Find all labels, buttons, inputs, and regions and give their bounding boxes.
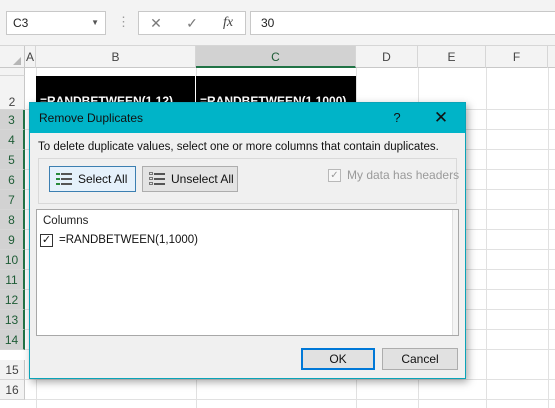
row-header-5[interactable]: 5	[0, 150, 25, 170]
row-header-14[interactable]: 14	[0, 330, 25, 350]
name-box[interactable]: C3 ▼	[6, 11, 106, 35]
instructions-text: To delete duplicate values, select one o…	[38, 141, 439, 153]
grid-line	[548, 68, 549, 408]
row-header-7[interactable]: 7	[0, 190, 25, 210]
row-header-3[interactable]: 3	[0, 110, 25, 130]
ok-button[interactable]: OK	[301, 348, 375, 370]
remove-duplicates-dialog: Remove Duplicates ? ✕ To delete duplicat…	[29, 102, 466, 379]
row-header-4[interactable]: 4	[0, 130, 25, 150]
row-header-15[interactable]: 15	[0, 360, 25, 380]
unselect-all-label: Unselect All	[171, 172, 234, 186]
headers-checkbox-label: My data has headers	[347, 168, 460, 182]
column-checkbox[interactable]: ✓	[40, 234, 53, 247]
row-header-6[interactable]: 6	[0, 170, 25, 190]
confirm-entry-icon[interactable]: ✓	[177, 12, 207, 34]
headers-checkbox[interactable]: ✓	[328, 169, 341, 182]
column-headers: A B C D E F	[0, 45, 555, 68]
columns-list: Columns ✓ =RANDBETWEEN(1,1000)	[36, 209, 459, 336]
dialog-titlebar[interactable]: Remove Duplicates ? ✕	[30, 103, 465, 133]
drag-handle-icon[interactable]: ⋮	[117, 12, 130, 32]
column-header-d[interactable]: D	[356, 46, 418, 68]
unselect-all-icon	[149, 172, 165, 186]
chevron-down-icon[interactable]: ▼	[91, 12, 99, 34]
select-all-icon	[56, 172, 72, 186]
column-header-c[interactable]: C	[196, 46, 356, 68]
selection-buttons-panel: Select All Unselect All ✓ My data has he…	[38, 158, 460, 204]
row-header-8[interactable]: 8	[0, 210, 25, 230]
dialog-title: Remove Duplicates	[39, 111, 144, 125]
columns-header: Columns	[43, 215, 89, 227]
select-all-label: Select All	[78, 172, 128, 186]
select-all-cells-button[interactable]	[0, 46, 25, 68]
scrollbar[interactable]	[452, 210, 458, 335]
help-button[interactable]: ?	[386, 108, 408, 128]
insert-function-button[interactable]: fx	[213, 12, 243, 34]
formula-buttons: ✕ ✓ fx	[138, 11, 246, 35]
cancel-button[interactable]: Cancel	[382, 348, 458, 370]
row-header-9[interactable]: 9	[0, 230, 25, 250]
list-item[interactable]: ✓ =RANDBETWEEN(1,1000)	[40, 232, 440, 250]
unselect-all-button[interactable]: Unselect All	[142, 166, 238, 192]
row-header-13[interactable]: 13	[0, 310, 25, 330]
select-all-button[interactable]: Select All	[49, 166, 136, 192]
column-label: =RANDBETWEEN(1,1000)	[59, 234, 198, 246]
grid-line	[25, 379, 555, 380]
column-header-b[interactable]: B	[36, 46, 196, 68]
close-button[interactable]: ✕	[428, 108, 454, 128]
column-header-f[interactable]: F	[486, 46, 548, 68]
row-header-2[interactable]: 2	[0, 76, 25, 110]
column-header-a[interactable]: A	[25, 46, 36, 68]
row-header-16[interactable]: 16	[0, 380, 25, 400]
row-header-12[interactable]: 12	[0, 290, 25, 310]
name-box-value: C3	[13, 16, 29, 30]
corner-triangle-icon	[13, 57, 21, 65]
formula-bar: C3 ▼ ⋮ ✕ ✓ fx 30	[0, 0, 555, 45]
grid-line	[25, 399, 555, 400]
grid-line	[486, 68, 487, 408]
column-header-e[interactable]: E	[418, 46, 486, 68]
cancel-entry-icon[interactable]: ✕	[141, 12, 171, 34]
row-header-11[interactable]: 11	[0, 270, 25, 290]
formula-input[interactable]: 30	[250, 11, 555, 35]
row-header-1[interactable]: 1	[0, 68, 25, 76]
row-header-10[interactable]: 10	[0, 250, 25, 270]
